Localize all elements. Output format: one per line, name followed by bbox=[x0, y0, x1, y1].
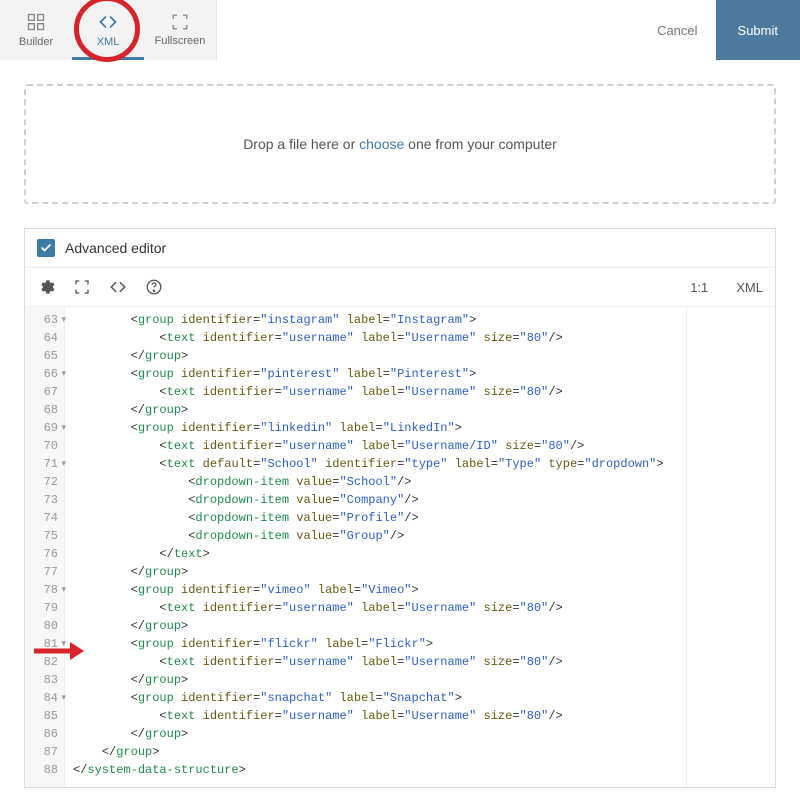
line-number: 73 bbox=[31, 491, 58, 509]
fullscreen-icon bbox=[171, 13, 189, 31]
expand-button[interactable] bbox=[73, 278, 91, 296]
code-icon bbox=[109, 278, 127, 296]
advanced-editor-checkbox[interactable] bbox=[37, 239, 55, 257]
tab-fullscreen[interactable]: Fullscreen bbox=[144, 0, 216, 60]
fullscreen-icon bbox=[74, 279, 90, 295]
code-line[interactable]: </group> bbox=[73, 401, 678, 419]
fold-toggle[interactable]: ▾ bbox=[61, 422, 66, 436]
main: Drop a file here or choose one from your… bbox=[0, 60, 800, 812]
cursor-position: 1:1 bbox=[690, 280, 708, 295]
code-line[interactable]: <dropdown-item value="Company"/> bbox=[73, 491, 678, 509]
tab-label: Builder bbox=[19, 36, 53, 48]
code-line[interactable]: </group> bbox=[73, 671, 678, 689]
dropzone-text-before: Drop a file here or bbox=[243, 136, 359, 152]
code-line[interactable]: </group> bbox=[73, 563, 678, 581]
code-editor[interactable]: 63▾646566▾676869▾7071▾72737475767778▾798… bbox=[25, 307, 775, 787]
line-number: 85 bbox=[31, 707, 58, 725]
advanced-editor-row: Advanced editor bbox=[25, 229, 775, 268]
line-number: 72 bbox=[31, 473, 58, 491]
code-line[interactable]: <dropdown-item value="Group"/> bbox=[73, 527, 678, 545]
line-number: 64 bbox=[31, 329, 58, 347]
submit-button[interactable]: Submit bbox=[716, 0, 800, 60]
code-line[interactable]: <text identifier="username" label="Usern… bbox=[73, 707, 678, 725]
tab-builder[interactable]: Builder bbox=[0, 0, 72, 60]
code-line[interactable]: </group> bbox=[73, 617, 678, 635]
cancel-button[interactable]: Cancel bbox=[639, 0, 715, 60]
code-line[interactable]: <text identifier="username" label="Usern… bbox=[73, 383, 678, 401]
editor-toolbar: 1:1 XML bbox=[25, 268, 775, 307]
code-line[interactable]: <text identifier="username" label="Usern… bbox=[73, 437, 678, 455]
line-number: 82 bbox=[31, 653, 58, 671]
code-line[interactable]: </text> bbox=[73, 545, 678, 563]
fold-toggle[interactable]: ▾ bbox=[61, 368, 66, 382]
gear-icon bbox=[37, 278, 55, 296]
file-dropzone[interactable]: Drop a file here or choose one from your… bbox=[24, 84, 776, 204]
topbar-tabs: Builder XML Fullscreen bbox=[0, 0, 216, 60]
fold-toggle[interactable]: ▾ bbox=[61, 692, 66, 706]
advanced-editor-label: Advanced editor bbox=[65, 240, 166, 256]
settings-button[interactable] bbox=[37, 278, 55, 296]
line-number: 86 bbox=[31, 725, 58, 743]
code-line[interactable]: </group> bbox=[73, 347, 678, 365]
editor-mode: XML bbox=[736, 280, 763, 295]
code-line[interactable]: <group identifier="instagram" label="Ins… bbox=[73, 311, 678, 329]
line-number: 70 bbox=[31, 437, 58, 455]
check-icon bbox=[40, 242, 52, 254]
choose-link[interactable]: choose bbox=[359, 136, 404, 152]
line-number: 78▾ bbox=[31, 581, 58, 599]
spacer bbox=[216, 0, 639, 60]
line-number: 87 bbox=[31, 743, 58, 761]
code-line[interactable]: <group identifier="vimeo" label="Vimeo"> bbox=[73, 581, 678, 599]
code-icon bbox=[98, 12, 118, 32]
fold-toggle[interactable]: ▾ bbox=[61, 314, 66, 328]
code-line[interactable]: </system-data-structure> bbox=[73, 761, 678, 779]
line-number: 65 bbox=[31, 347, 58, 365]
line-number: 88 bbox=[31, 761, 58, 779]
line-number: 81▾ bbox=[31, 635, 58, 653]
code-line[interactable]: <group identifier="pinterest" label="Pin… bbox=[73, 365, 678, 383]
code-view-button[interactable] bbox=[109, 278, 127, 296]
line-number: 80 bbox=[31, 617, 58, 635]
tab-label: XML bbox=[97, 36, 120, 48]
editor-panel: Advanced editor 1:1 XML bbox=[24, 228, 776, 788]
code-line[interactable]: <group identifier="linkedin" label="Link… bbox=[73, 419, 678, 437]
line-number: 69▾ bbox=[31, 419, 58, 437]
line-number: 63▾ bbox=[31, 311, 58, 329]
code-line[interactable]: <group identifier="snapchat" label="Snap… bbox=[73, 689, 678, 707]
code-line[interactable]: <text default="School" identifier="type"… bbox=[73, 455, 678, 473]
code-line[interactable]: <text identifier="username" label="Usern… bbox=[73, 599, 678, 617]
help-button[interactable] bbox=[145, 278, 163, 296]
line-number: 66▾ bbox=[31, 365, 58, 383]
fold-toggle[interactable]: ▾ bbox=[61, 638, 66, 652]
tab-label: Fullscreen bbox=[155, 35, 206, 47]
help-icon bbox=[145, 278, 163, 296]
code-line[interactable]: </group> bbox=[73, 743, 678, 761]
line-number: 74 bbox=[31, 509, 58, 527]
line-number: 68 bbox=[31, 401, 58, 419]
builder-icon bbox=[26, 12, 46, 32]
line-number: 67 bbox=[31, 383, 58, 401]
code-line[interactable]: </group> bbox=[73, 725, 678, 743]
code-line[interactable]: <dropdown-item value="School"/> bbox=[73, 473, 678, 491]
line-number: 75 bbox=[31, 527, 58, 545]
code-line[interactable]: <text identifier="username" label="Usern… bbox=[73, 329, 678, 347]
code-line[interactable]: <text identifier="username" label="Usern… bbox=[73, 653, 678, 671]
fold-toggle[interactable]: ▾ bbox=[61, 458, 66, 472]
line-number: 77 bbox=[31, 563, 58, 581]
line-number: 83 bbox=[31, 671, 58, 689]
code-line[interactable]: <dropdown-item value="Profile"/> bbox=[73, 509, 678, 527]
tab-xml[interactable]: XML bbox=[72, 0, 144, 60]
line-number: 76 bbox=[31, 545, 58, 563]
topbar: Builder XML Fullscreen Cancel Submit bbox=[0, 0, 800, 60]
line-number: 71▾ bbox=[31, 455, 58, 473]
fold-toggle[interactable]: ▾ bbox=[61, 584, 66, 598]
line-number: 84▾ bbox=[31, 689, 58, 707]
line-number: 79 bbox=[31, 599, 58, 617]
code-line[interactable]: <group identifier="flickr" label="Flickr… bbox=[73, 635, 678, 653]
dropzone-text-after: one from your computer bbox=[404, 136, 557, 152]
